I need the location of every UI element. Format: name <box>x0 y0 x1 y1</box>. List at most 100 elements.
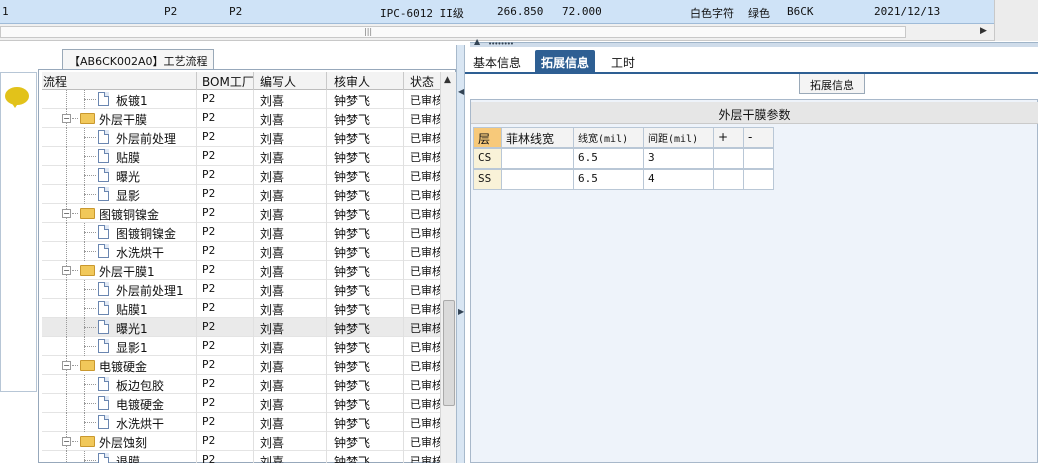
col-header-writer[interactable]: 编写人 <box>260 73 296 90</box>
scroll-right-arrow-icon[interactable]: ▶ <box>980 26 987 36</box>
param-cell[interactable]: 3 <box>643 148 714 169</box>
column-divider <box>253 242 254 261</box>
column-divider <box>196 432 197 451</box>
document-icon <box>98 187 109 201</box>
reviewer-cell: 钟梦飞 <box>334 227 371 241</box>
column-divider <box>326 109 327 128</box>
table-row[interactable]: 水洗烘干 P2 刘喜 钟梦飞 已审核 <box>42 413 440 432</box>
col-header-bom[interactable]: BOM工厂 <box>202 73 254 90</box>
scroll-grip-icon[interactable]: ||| <box>364 27 372 36</box>
detail-tabs: 基本信息 拓展信息 工时 <box>465 47 1038 73</box>
collapse-left-icon[interactable]: ◀ <box>458 87 464 96</box>
reviewer-cell: 钟梦飞 <box>334 379 371 393</box>
col-header-reviewer[interactable]: 核审人 <box>334 73 370 90</box>
column-divider <box>403 318 404 337</box>
table-row[interactable]: 显影 P2 刘喜 钟梦飞 已审核 <box>42 185 440 204</box>
bom-factory-cell: P2 <box>202 339 216 352</box>
column-divider <box>253 204 254 223</box>
table-row[interactable]: 板镀1 P2 刘喜 钟梦飞 已审核 <box>42 90 440 109</box>
tree-guide <box>84 327 96 328</box>
tree-collapse-icon[interactable]: − <box>62 361 71 370</box>
tree-guide <box>66 451 67 463</box>
table-row[interactable]: 水洗烘干 P2 刘喜 钟梦飞 已审核 <box>42 242 440 261</box>
chat-bubble-icon[interactable] <box>5 87 29 108</box>
table-row[interactable]: 图镀铜镍金 P2 刘喜 钟梦飞 已审核 <box>42 223 440 242</box>
reviewer-cell: 钟梦飞 <box>334 455 371 463</box>
param-cell[interactable] <box>501 169 574 190</box>
column-divider <box>196 185 197 204</box>
status-cell: 已审核 <box>410 227 440 240</box>
table-row[interactable]: − 外层干膜1 P2 刘喜 钟梦飞 已审核 <box>42 261 440 280</box>
tree-collapse-icon[interactable]: − <box>62 437 71 446</box>
table-row[interactable]: 曝光 P2 刘喜 钟梦飞 已审核 <box>42 166 440 185</box>
param-col-header[interactable]: + <box>713 127 744 148</box>
tree-collapse-icon[interactable]: − <box>62 209 71 218</box>
flow-grid-scrollbar[interactable]: ▲ <box>440 72 456 463</box>
writer-cell: 刘喜 <box>260 132 285 146</box>
tree-guide <box>66 128 67 147</box>
vertical-splitter[interactable]: ◀ ▶ <box>456 45 465 463</box>
bom-factory-cell: P2 <box>202 168 216 181</box>
table-row[interactable]: 贴膜 P2 刘喜 钟梦飞 已审核 <box>42 147 440 166</box>
status-cell: 已审核 <box>410 341 440 354</box>
col-header-status[interactable]: 状态 <box>410 73 434 90</box>
column-divider <box>326 375 327 394</box>
tab-extended-info[interactable]: 拓展信息 <box>535 50 596 72</box>
param-cell[interactable] <box>501 148 574 169</box>
param-cell[interactable] <box>713 169 744 190</box>
table-row[interactable]: − 电镀硬金 P2 刘喜 钟梦飞 已审核 <box>42 356 440 375</box>
collapse-up-icon[interactable]: ▲ <box>474 37 480 46</box>
param-col-header[interactable]: - <box>743 127 774 148</box>
scroll-up-arrow-icon[interactable]: ▲ <box>444 75 451 85</box>
status-cell: 已审核 <box>410 208 440 221</box>
param-cell[interactable]: 6.5 <box>573 169 644 190</box>
column-divider <box>253 90 254 109</box>
param-cell[interactable] <box>743 148 774 169</box>
tab-basic-info[interactable]: 基本信息 <box>467 50 527 72</box>
table-row[interactable]: 电镀硬金 P2 刘喜 钟梦飞 已审核 <box>42 394 440 413</box>
status-cell: 已审核 <box>410 94 440 107</box>
writer-cell: 刘喜 <box>260 360 285 374</box>
param-cell[interactable]: 4 <box>643 169 714 190</box>
column-divider <box>403 242 404 261</box>
table-row[interactable]: 贴膜1 P2 刘喜 钟梦飞 已审核 <box>42 299 440 318</box>
tree-collapse-icon[interactable]: − <box>62 266 71 275</box>
param-cell[interactable] <box>713 148 744 169</box>
table-row[interactable]: 外层前处理 P2 刘喜 钟梦飞 已审核 <box>42 128 440 147</box>
table-row[interactable]: − 外层蚀刻 P2 刘喜 钟梦飞 已审核 <box>42 432 440 451</box>
reviewer-cell: 钟梦飞 <box>334 341 371 355</box>
tab-work-hours[interactable]: 工时 <box>605 50 641 72</box>
writer-cell: 刘喜 <box>260 322 285 336</box>
status-cell: 已审核 <box>410 455 440 463</box>
table-row[interactable]: 显影1 P2 刘喜 钟梦飞 已审核 <box>42 337 440 356</box>
document-icon <box>98 320 109 334</box>
record-row[interactable]: 1 P2 P2 IPC-6012 II级 266.850 72.000 白色字符… <box>0 0 994 24</box>
param-cell[interactable] <box>743 169 774 190</box>
col-header-flow[interactable]: 流程 <box>43 73 67 90</box>
reviewer-cell: 钟梦飞 <box>334 132 371 146</box>
document-icon <box>98 453 109 463</box>
param-cell[interactable]: 6.5 <box>573 148 644 169</box>
table-row[interactable]: 曝光1 P2 刘喜 钟梦飞 已审核 <box>42 318 440 337</box>
scroll-track[interactable] <box>0 26 906 38</box>
column-divider <box>196 166 197 185</box>
reviewer-cell: 钟梦飞 <box>334 246 371 260</box>
table-row[interactable]: − 图镀铜镍金 P2 刘喜 钟梦飞 已审核 <box>42 204 440 223</box>
collapse-right-icon[interactable]: ▶ <box>458 307 464 316</box>
scroll-thumb[interactable] <box>443 300 455 406</box>
folder-icon <box>80 113 95 124</box>
table-row[interactable]: 退膜 P2 刘喜 钟梦飞 已审核 <box>42 451 440 463</box>
table-row[interactable]: 板边包胶 P2 刘喜 钟梦飞 已审核 <box>42 375 440 394</box>
horizontal-scrollbar[interactable]: ||| ▶ <box>0 24 994 41</box>
table-row[interactable]: 外层前处理1 P2 刘喜 钟梦飞 已审核 <box>42 280 440 299</box>
record-cell-3: IPC-6012 II级 <box>380 7 464 20</box>
flow-step-name: 板边包胶 <box>116 379 165 393</box>
record-cell-5: 72.000 <box>562 5 602 18</box>
table-row[interactable]: − 外层干膜 P2 刘喜 钟梦飞 已审核 <box>42 109 440 128</box>
tree-collapse-icon[interactable]: − <box>62 114 71 123</box>
status-cell: 已审核 <box>410 398 440 411</box>
document-icon <box>98 244 109 258</box>
bom-factory-cell: P2 <box>202 187 216 200</box>
column-divider <box>326 318 327 337</box>
status-cell: 已审核 <box>410 189 440 202</box>
